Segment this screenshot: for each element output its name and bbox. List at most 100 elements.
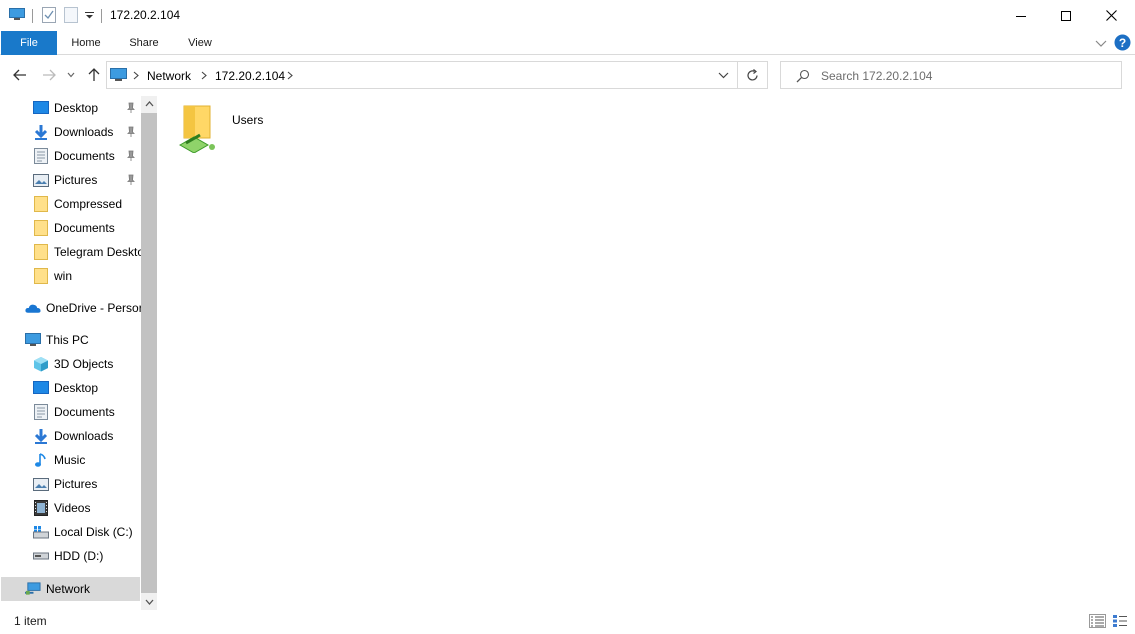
scrollbar-thumb[interactable] [141,113,157,593]
nav-item-win[interactable]: win [33,265,72,287]
breadcrumb-chevron-icon[interactable] [201,71,207,80]
scroll-down-icon[interactable] [145,599,154,605]
pictures-icon [33,172,49,188]
nav-item-label: Local Disk (C:) [54,525,133,539]
content-item-label: Users [232,113,264,127]
nav-item-label: Network [46,582,91,596]
breadcrumb-network[interactable]: Network [147,69,191,83]
close-button[interactable] [1088,0,1134,31]
nav-item-local-disk-c[interactable]: Local Disk (C:) [33,521,133,543]
music-icon [33,452,49,468]
hdd-icon [33,548,49,564]
network-icon [25,581,41,597]
nav-item-onedrive[interactable]: OneDrive - Persor [25,297,143,319]
breadcrumb-chevron-icon[interactable] [133,71,139,80]
search-placeholder: Search 172.20.2.104 [821,69,933,83]
forward-arrow-icon [43,69,56,81]
pictures-icon [33,476,49,492]
refresh-button[interactable] [738,61,768,89]
3d-objects-icon [33,356,49,372]
nav-item-downloads[interactable]: Downloads [33,121,113,143]
nav-item-pictures[interactable]: Pictures [33,169,97,191]
onedrive-icon [25,300,41,316]
nav-item-hdd-d[interactable]: HDD (D:) [33,545,103,567]
content-item-users[interactable]: Users [176,101,296,153]
large-icons-view-icon[interactable] [1112,614,1128,628]
nav-item-documents-pc[interactable]: Documents [33,401,115,423]
details-view-icon[interactable] [1089,614,1106,628]
forward-button[interactable] [38,64,60,86]
customize-toolbar-icon[interactable] [85,12,94,19]
documents-icon [33,148,49,164]
downloads-icon [33,428,49,444]
recent-locations-button[interactable] [62,64,80,86]
address-dropdown-icon[interactable] [718,72,729,79]
new-folder-icon[interactable] [64,7,78,23]
nav-item-documents[interactable]: Documents [33,145,115,167]
nav-item-this-pc[interactable]: This PC [25,329,89,351]
scroll-up-icon[interactable] [145,101,154,107]
search-icon [796,69,810,83]
nav-item-label: win [54,269,73,283]
shared-folder-icon [178,105,215,153]
pin-icon[interactable] [126,174,136,186]
close-icon [1105,10,1117,21]
window-title: 172.20.2.104 [110,8,181,22]
back-button[interactable] [9,64,31,86]
pin-icon[interactable] [126,126,136,138]
nav-item-label: OneDrive - Persor [46,301,143,315]
nav-item-music[interactable]: Music [33,449,85,471]
nav-item-downloads-pc[interactable]: Downloads [33,425,113,447]
separator [32,9,33,23]
status-item-count: 1 item [14,614,47,628]
search-box[interactable]: Search 172.20.2.104 [780,61,1122,89]
nav-item-label: Music [54,453,86,467]
address-bar[interactable]: Network 172.20.2.104 [106,61,738,89]
nav-item-label: Telegram Deskto [54,245,145,259]
folder-icon [33,196,49,212]
nav-item-3d-objects[interactable]: 3D Objects [33,353,113,375]
folder-icon [33,268,49,284]
nav-item-label: This PC [46,333,89,347]
breadcrumb-host[interactable]: 172.20.2.104 [215,69,285,83]
title-bar: 172.20.2.104 [0,0,1135,31]
tab-home[interactable]: Home [60,31,112,55]
nav-item-pictures-pc[interactable]: Pictures [33,473,97,495]
desktop-icon [33,380,49,396]
nav-item-compressed[interactable]: Compressed [33,193,122,215]
tab-share[interactable]: Share [118,31,170,55]
folder-icon [33,220,49,236]
desktop-icon [33,100,49,116]
refresh-icon [747,68,758,81]
tab-file[interactable]: File [1,31,57,55]
nav-item-videos[interactable]: Videos [33,497,90,519]
tab-view[interactable]: View [176,31,224,55]
nav-item-desktop-pc[interactable]: Desktop [33,377,98,399]
nav-item-documents-folder[interactable]: Documents [33,217,115,239]
help-icon[interactable]: ? [1114,34,1131,51]
nav-item-label: Pictures [54,477,98,491]
up-arrow-icon [88,68,100,81]
nav-scrollbar[interactable] [141,96,157,610]
up-button[interactable] [83,64,105,86]
this-pc-icon [25,332,41,348]
minimize-button[interactable] [998,0,1044,31]
maximize-icon [1061,10,1071,21]
nav-item-label: 3D Objects [54,357,114,371]
svg-text:?: ? [1119,36,1126,50]
local-disk-icon [33,524,49,540]
ribbon: File Home Share View ? [0,31,1135,55]
nav-item-telegram-desktop[interactable]: Telegram Deskto [33,241,144,263]
breadcrumb-chevron-icon[interactable] [287,71,293,80]
nav-item-label: Downloads [54,429,114,443]
pin-icon[interactable] [126,150,136,162]
back-arrow-icon [13,69,26,81]
properties-icon[interactable] [42,7,56,23]
maximize-button[interactable] [1043,0,1089,31]
downloads-icon [33,124,49,140]
nav-item-desktop[interactable]: Desktop [33,97,98,119]
expand-ribbon-icon[interactable] [1095,38,1107,48]
nav-item-network[interactable]: Network [25,578,90,600]
folder-icon [33,244,49,260]
pin-icon[interactable] [126,102,136,114]
